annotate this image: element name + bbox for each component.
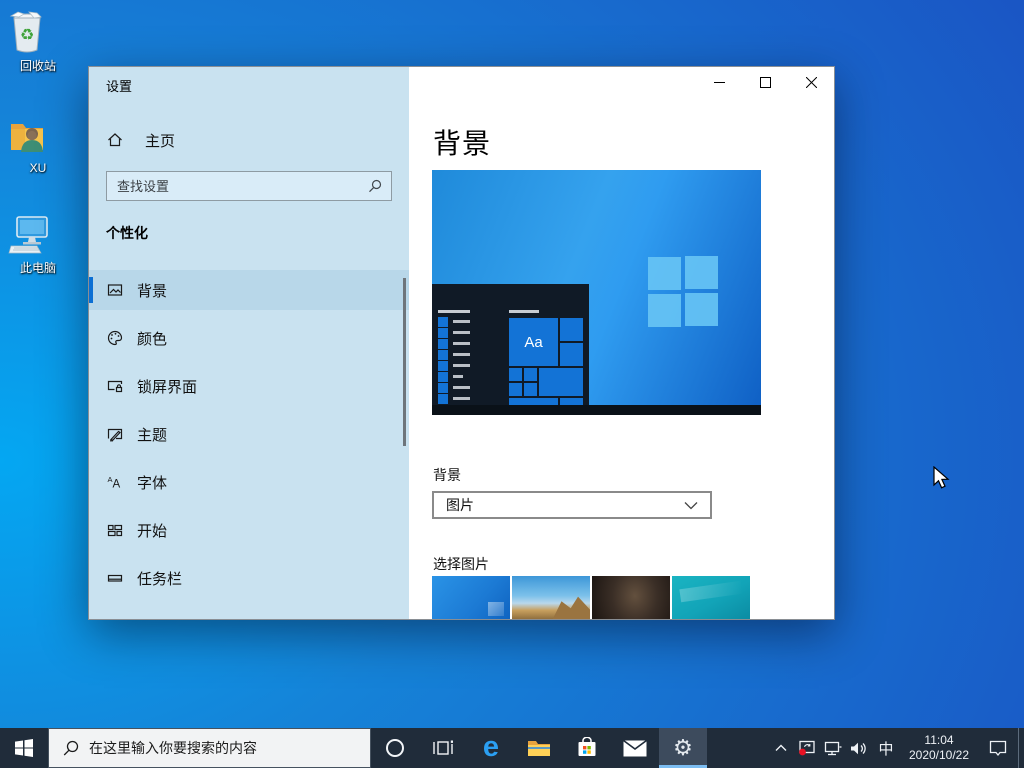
colors-icon: [107, 330, 123, 346]
start-layout-icon: [107, 522, 123, 538]
ime-language-indicator[interactable]: 中: [872, 728, 900, 768]
window-title: 设置: [106, 76, 132, 95]
themes-icon: [107, 426, 123, 442]
picture-thumbnail-windows-default[interactable]: [432, 576, 510, 619]
preview-aa-tile: Aa: [509, 318, 558, 366]
sidebar-item-label: 任务栏: [137, 568, 182, 589]
sidebar-item-home[interactable]: 主页: [99, 125, 399, 155]
edge-button[interactable]: e: [467, 728, 515, 768]
taskbar-clock[interactable]: 11:04 2020/10/22: [900, 728, 978, 768]
settings-sidebar: 设置 主页 个性化: [89, 67, 409, 619]
sidebar-section-header: 个性化: [106, 223, 148, 243]
settings-window: 设置 主页 个性化: [88, 66, 835, 620]
home-icon: [107, 132, 123, 148]
maximize-button[interactable]: [742, 67, 788, 97]
picture-thumbnails: [432, 576, 750, 619]
mouse-cursor: [933, 466, 951, 492]
sidebar-item-label: 字体: [137, 472, 167, 493]
choose-picture-label: 选择图片: [433, 554, 489, 574]
svg-text:A: A: [113, 479, 121, 491]
settings-search-box[interactable]: [106, 171, 392, 201]
chevron-down-icon: [684, 501, 698, 510]
clock-time: 11:04: [924, 733, 953, 748]
gear-icon: ⚙: [673, 737, 693, 759]
sidebar-item-label: 颜色: [137, 328, 167, 349]
sidebar-item-taskbar[interactable]: 任务栏: [89, 558, 409, 598]
action-center-button[interactable]: [978, 728, 1018, 768]
sidebar-item-label: 主题: [137, 424, 167, 445]
edge-icon: e: [483, 733, 499, 762]
windows-logo-icon: [648, 256, 719, 327]
settings-search-input[interactable]: [107, 179, 368, 194]
sidebar-item-start[interactable]: 开始: [89, 510, 409, 550]
system-tray: 中 11:04 2020/10/22: [768, 728, 1024, 768]
preview-start-menu: Aa: [432, 284, 589, 405]
sidebar-item-colors[interactable]: 颜色: [89, 318, 409, 358]
sidebar-item-themes[interactable]: 主题: [89, 414, 409, 454]
window-caption-buttons: [696, 67, 834, 97]
taskbar: e ⚙: [0, 728, 1024, 768]
store-icon: [576, 737, 598, 759]
sidebar-item-label: 开始: [137, 520, 167, 541]
search-icon[interactable]: [368, 179, 382, 193]
tray-security-icon[interactable]: [794, 728, 820, 768]
sidebar-item-lock-screen[interactable]: 锁屏界面: [89, 366, 409, 406]
settings-main-pane: 背景 Aa: [409, 67, 834, 619]
sidebar-item-label: 主页: [145, 130, 175, 151]
taskbar-settings-icon: [107, 570, 123, 586]
desktop-icon-user-folder[interactable]: XU: [7, 116, 69, 177]
svg-text:♻: ♻: [20, 25, 34, 44]
this-pc-icon: [7, 214, 69, 256]
taskbar-search-box[interactable]: [48, 728, 371, 768]
tray-chevron-up-icon[interactable]: [768, 728, 794, 768]
desktop-icon-label: 回收站: [20, 59, 56, 73]
tray-network-icon[interactable]: [820, 728, 846, 768]
background-field-label: 背景: [433, 465, 461, 485]
preview-taskbar: [432, 405, 761, 415]
close-button[interactable]: [788, 67, 834, 97]
sidebar-scrollbar[interactable]: [403, 278, 406, 446]
sidebar-item-label: 锁屏界面: [137, 376, 197, 397]
taskbar-search-input[interactable]: [89, 740, 370, 756]
picture-thumbnail-cliffs[interactable]: [512, 576, 590, 619]
picture-thumbnail-night-sky[interactable]: [592, 576, 670, 619]
show-desktop-button[interactable]: [1018, 728, 1024, 768]
desktop-icon-label: XU: [30, 161, 47, 175]
task-view-button[interactable]: [419, 728, 467, 768]
sidebar-item-label: 背景: [137, 280, 167, 301]
mail-button[interactable]: [611, 728, 659, 768]
settings-button-active[interactable]: ⚙: [659, 728, 707, 768]
minimize-button[interactable]: [696, 67, 742, 97]
mail-icon: [623, 740, 647, 757]
user-folder-icon: [7, 116, 69, 156]
microsoft-store-button[interactable]: [563, 728, 611, 768]
desktop-icon-recycle-bin[interactable]: ♻ 回收站: [7, 10, 69, 75]
start-button[interactable]: [0, 728, 48, 768]
sidebar-item-background[interactable]: 背景: [89, 270, 409, 310]
dropdown-selected-value: 图片: [434, 495, 684, 515]
recycle-bin-icon: ♻: [7, 10, 69, 54]
clock-date: 2020/10/22: [909, 748, 969, 763]
page-title: 背景: [433, 122, 491, 162]
desktop-icon-label: 此电脑: [20, 261, 56, 275]
desktop-icon-this-pc[interactable]: 此电脑: [7, 214, 69, 277]
lock-screen-icon: [107, 378, 123, 394]
file-explorer-button[interactable]: [515, 728, 563, 768]
fonts-icon: A A: [107, 474, 123, 490]
tray-volume-icon[interactable]: [846, 728, 872, 768]
background-preview[interactable]: Aa: [432, 170, 761, 415]
sidebar-item-fonts[interactable]: A A 字体: [89, 462, 409, 502]
picture-thumbnail-underwater[interactable]: [672, 576, 750, 619]
cortana-button[interactable]: [371, 728, 419, 768]
folder-icon: [527, 738, 551, 758]
search-icon: [63, 740, 79, 756]
background-icon: [107, 282, 123, 298]
background-type-dropdown[interactable]: 图片: [432, 491, 712, 519]
